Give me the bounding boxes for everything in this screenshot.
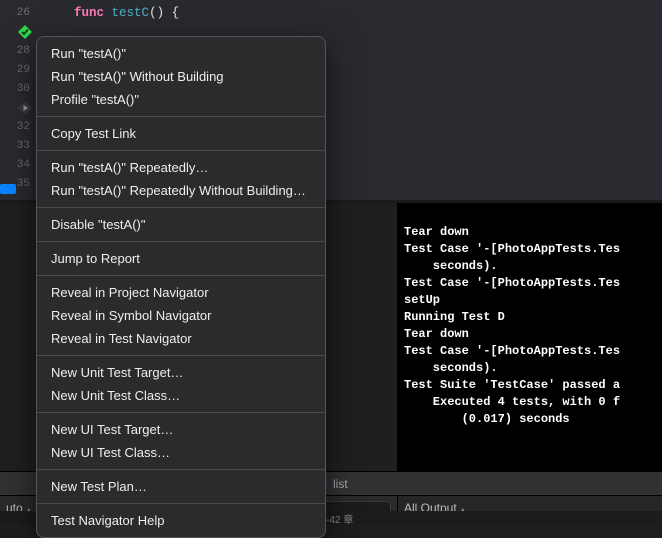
menu-new-unit-target[interactable]: New Unit Test Target… bbox=[37, 361, 325, 384]
menu-jump-to-report[interactable]: Jump to Report bbox=[37, 247, 325, 270]
menu-new-test-plan[interactable]: New Test Plan… bbox=[37, 475, 325, 498]
menu-run-repeatedly-without-building[interactable]: Run "testA()" Repeatedly Without Buildin… bbox=[37, 179, 325, 202]
menu-separator bbox=[37, 412, 325, 413]
menu-reveal-symbol[interactable]: Reveal in Symbol Navigator bbox=[37, 304, 325, 327]
menu-new-ui-target[interactable]: New UI Test Target… bbox=[37, 418, 325, 441]
menu-new-ui-class[interactable]: New UI Test Class… bbox=[37, 441, 325, 464]
menu-separator bbox=[37, 275, 325, 276]
menu-copy-test-link[interactable]: Copy Test Link bbox=[37, 122, 325, 145]
tab-label[interactable]: list bbox=[333, 477, 348, 491]
console-output[interactable]: Tear down Test Case '-[PhotoAppTests.Tes… bbox=[398, 203, 662, 495]
test-context-menu: Run "testA()" Run "testA()" Without Buil… bbox=[36, 36, 326, 538]
menu-new-unit-class[interactable]: New Unit Test Class… bbox=[37, 384, 325, 407]
menu-reveal-project[interactable]: Reveal in Project Navigator bbox=[37, 281, 325, 304]
menu-separator bbox=[37, 355, 325, 356]
line-number-gutter: 26 28 29 30 32 33 34 35 bbox=[0, 0, 36, 200]
menu-separator bbox=[37, 116, 325, 117]
menu-reveal-test[interactable]: Reveal in Test Navigator bbox=[37, 327, 325, 350]
menu-profile[interactable]: Profile "testA()" bbox=[37, 88, 325, 111]
menu-run-repeatedly[interactable]: Run "testA()" Repeatedly… bbox=[37, 156, 325, 179]
test-success-icon[interactable] bbox=[18, 25, 32, 39]
menu-separator bbox=[37, 241, 325, 242]
menu-help[interactable]: Test Navigator Help bbox=[37, 509, 325, 532]
menu-separator bbox=[37, 469, 325, 470]
run-test-gutter-icon[interactable] bbox=[18, 101, 32, 115]
menu-disable[interactable]: Disable "testA()" bbox=[37, 213, 325, 236]
breakpoint-marker[interactable] bbox=[0, 184, 16, 194]
menu-run[interactable]: Run "testA()" bbox=[37, 42, 325, 65]
menu-separator bbox=[37, 207, 325, 208]
menu-separator bbox=[37, 503, 325, 504]
menu-separator bbox=[37, 150, 325, 151]
menu-run-without-building[interactable]: Run "testA()" Without Building bbox=[37, 65, 325, 88]
